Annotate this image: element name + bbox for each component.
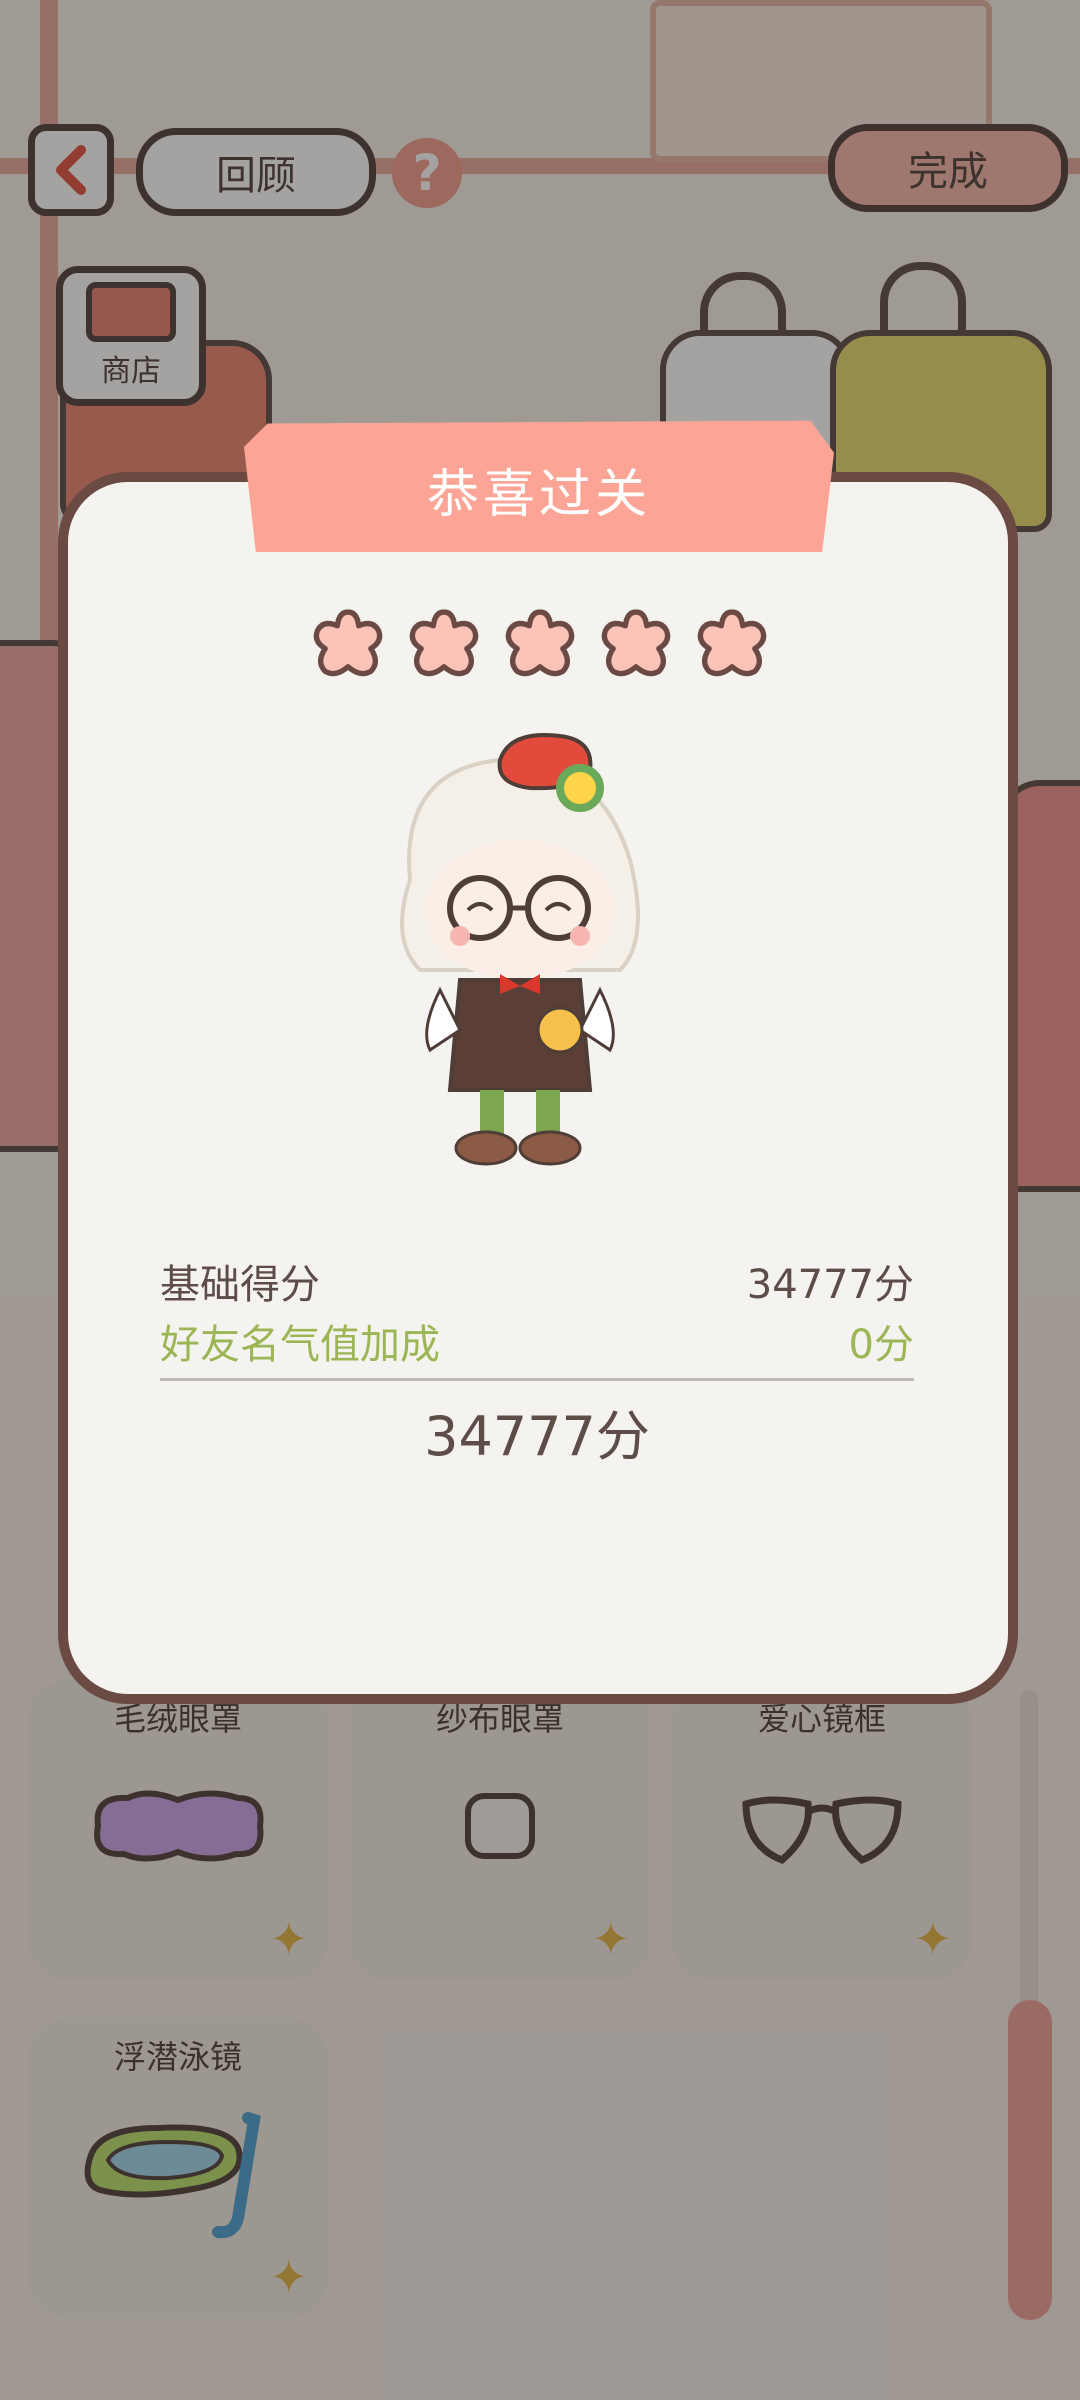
base-score-row: 基础得分 34777分	[160, 1252, 914, 1310]
title-ribbon: 恭喜过关	[244, 420, 834, 552]
total-score: 34777分	[424, 1405, 650, 1468]
dialog-title: 恭喜过关	[426, 464, 651, 525]
score-divider	[160, 1378, 914, 1381]
star-rating	[310, 606, 770, 682]
base-score-value: 34777分	[746, 1262, 914, 1308]
star-icon	[505, 609, 575, 677]
character-avatar	[400, 733, 640, 1166]
base-score-label: 基础得分	[160, 1262, 320, 1308]
star-icon	[409, 609, 479, 677]
star-icon	[601, 609, 671, 677]
friend-bonus-value: 0分	[848, 1322, 914, 1368]
friend-bonus-label: 好友名气值加成	[160, 1322, 440, 1368]
star-icon	[313, 609, 383, 677]
star-icon	[697, 609, 767, 677]
friend-bonus-row: 好友名气值加成 0分	[160, 1312, 914, 1370]
